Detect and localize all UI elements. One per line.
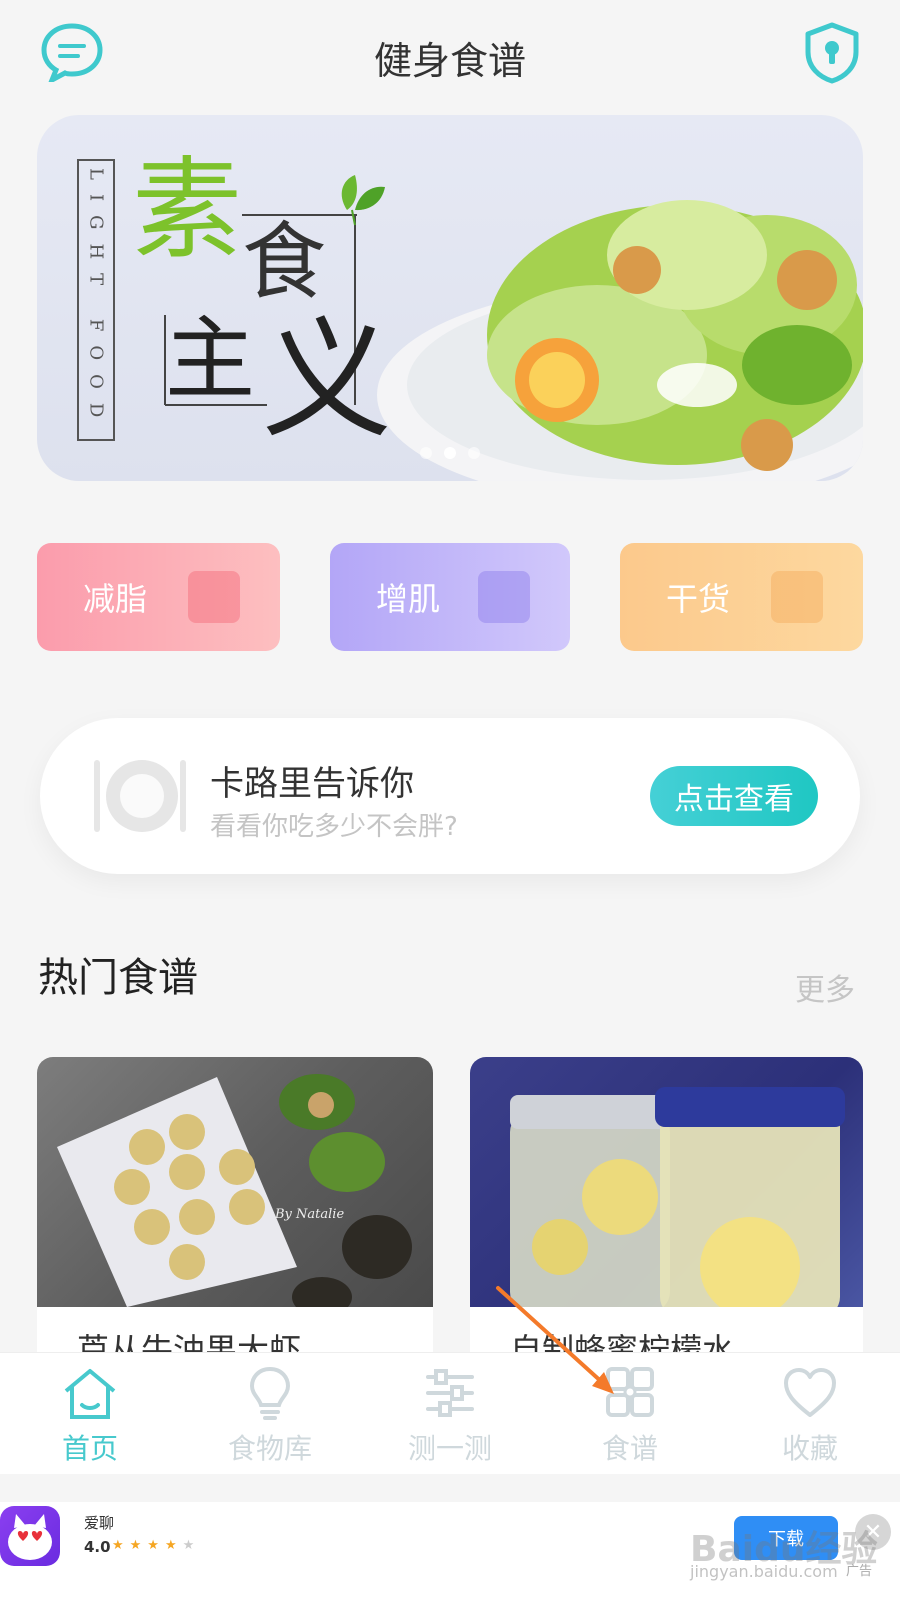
header: 健身食谱 (0, 0, 900, 110)
grid-icon (606, 1367, 654, 1417)
nav-home[interactable]: 首页 (0, 1353, 180, 1474)
nav-label: 收藏 (781, 1432, 838, 1465)
nav-recipes[interactable]: 食谱 (540, 1353, 720, 1474)
sliders-icon (426, 1369, 474, 1417)
nav-label: 测一测 (407, 1432, 492, 1465)
shield-icon[interactable] (804, 22, 860, 84)
calorie-card-subtitle: 看看你吃多少不会胖? (210, 812, 458, 842)
recipe-card[interactable]: 自制蜂蜜柠檬水 (470, 1057, 863, 1357)
category-fat-loss-button[interactable]: 减脂 (37, 543, 280, 651)
banner-title-char: 义 (262, 304, 393, 456)
nav-label: 食谱 (601, 1432, 658, 1465)
carousel-dot-active[interactable] (444, 447, 456, 459)
promo-banner[interactable]: LIGHT FOOD 素 食 主 义 (37, 115, 863, 481)
heart-icon (784, 1368, 836, 1417)
category-label: 干货 (666, 580, 731, 618)
more-link[interactable]: 更多 (795, 965, 855, 1009)
page-title: 健身食谱 (373, 39, 526, 83)
nav-label: 首页 (61, 1432, 118, 1465)
section-title: 热门食谱 (38, 955, 198, 1001)
ad-app-icon (0, 1506, 60, 1566)
category-label: 减脂 (83, 580, 148, 618)
watermark-url: jingyan.baidu.com (690, 1562, 838, 1581)
calorie-card-title: 卡路里告诉你 (210, 764, 414, 804)
category-label: 增肌 (376, 580, 441, 618)
ad-app-name: 爱聊 (84, 1514, 115, 1532)
nav-food-library[interactable]: 食物库 (180, 1353, 360, 1474)
category-muscle-gain-button[interactable]: 增肌 (330, 543, 570, 651)
carousel-dot[interactable] (420, 447, 432, 459)
ad-rating: 4.0 (84, 1538, 111, 1556)
banner-title-char: 素 (132, 146, 242, 274)
nav-favorites[interactable]: 收藏 (720, 1353, 900, 1474)
bulb-icon (249, 1366, 291, 1420)
calorie-card[interactable]: 卡路里告诉你 看看你吃多少不会胖? 点击查看 (40, 718, 860, 874)
banner-title-char: 主 (165, 307, 255, 412)
carousel-dot[interactable] (468, 447, 480, 459)
bottom-nav: 首页 食物库 测一测 食谱 收藏 (0, 1352, 900, 1474)
clipboard-icon (771, 571, 823, 623)
dumbbell-icon (478, 571, 530, 623)
carousel-dots[interactable] (37, 447, 863, 459)
recipe-photo (470, 1057, 863, 1307)
recipe-photo: By Natalie (37, 1057, 433, 1307)
photo-watermark: By Natalie (275, 1207, 345, 1222)
home-icon (64, 1369, 116, 1419)
banner-title-char: 食 (242, 213, 327, 311)
nav-label: 食物库 (227, 1432, 312, 1465)
plate-icon (94, 760, 186, 832)
star-rating-icon: ★★★★★ (112, 1538, 201, 1553)
category-tips-button[interactable]: 干货 (620, 543, 863, 651)
nav-test[interactable]: 测一测 (360, 1353, 540, 1474)
scale-icon (188, 571, 240, 623)
recipe-card[interactable]: By Natalie 芦从牛油果大虾 (37, 1057, 433, 1357)
view-calorie-button[interactable]: 点击查看 (650, 766, 818, 826)
